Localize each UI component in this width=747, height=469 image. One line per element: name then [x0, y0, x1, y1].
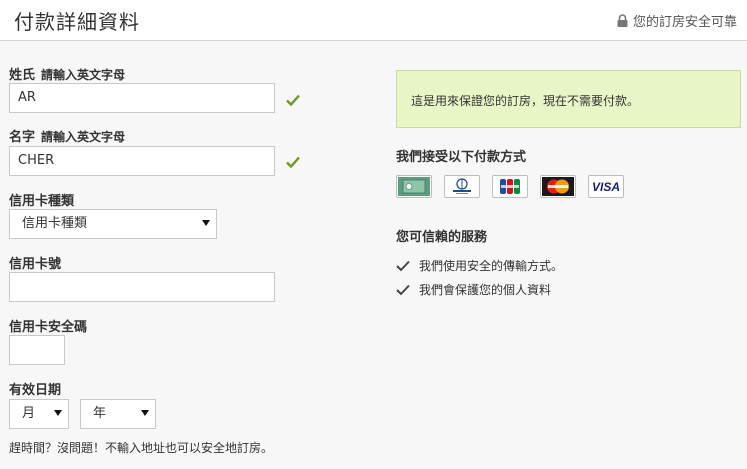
- visa-text: VISA: [591, 179, 620, 194]
- last-name-label: 姓氏 請輸入英文字母: [9, 68, 126, 83]
- page-header: 付款詳細資料 您的訂房安全可靠: [0, 0, 747, 41]
- diners-club-icon: [444, 175, 480, 198]
- lock-icon: [617, 14, 628, 27]
- mastercard-icon: [540, 175, 576, 198]
- checkmark-icon: [396, 260, 410, 271]
- expiry-year-selected: 年: [93, 406, 107, 421]
- payment-methods-heading: 我們接受以下付款方式: [396, 150, 527, 165]
- valid-check-icon: [286, 94, 300, 107]
- card-type-label: 信用卡種類: [9, 194, 75, 209]
- cvv-input[interactable]: [9, 335, 65, 365]
- cvv-label: 信用卡安全碼: [9, 320, 88, 335]
- payment-form-area: 姓氏 請輸入英文字母 AR 名字 請輸入英文字母 CHER 信用卡種類 信用卡種類 …: [0, 41, 747, 469]
- expiry-year-select[interactable]: 年: [80, 399, 156, 429]
- expiry-month-selected: 月: [22, 406, 36, 421]
- dropdown-arrow-icon: [141, 410, 149, 416]
- card-number-label: 信用卡號: [9, 257, 62, 272]
- last-name-input[interactable]: AR: [9, 83, 275, 113]
- expiry-label: 有效日期: [9, 383, 62, 398]
- card-type-select[interactable]: 信用卡種類: [9, 209, 217, 239]
- trust-item: 我們使用安全的傳輸方式。: [396, 257, 563, 274]
- checkmark-icon: [396, 284, 410, 295]
- guarantee-info-box: 這是用來保證您的訂房，現在不需要付款。: [396, 70, 741, 128]
- jcb-icon: [492, 175, 528, 198]
- expiry-month-select[interactable]: 月: [9, 399, 69, 429]
- page-title: 付款詳細資料: [14, 10, 140, 34]
- dropdown-arrow-icon: [54, 410, 62, 416]
- trust-item: 我們會保護您的個人資料: [396, 281, 551, 298]
- payment-info-panel: 這是用來保證您的訂房，現在不需要付款。 我們接受以下付款方式 VISA 您可信賴…: [380, 41, 747, 469]
- valid-check-icon: [286, 156, 300, 169]
- secure-booking-notice: 您的訂房安全可靠: [617, 11, 737, 30]
- payment-card-logos: VISA: [396, 175, 624, 198]
- card-number-input[interactable]: [9, 272, 275, 302]
- first-name-input[interactable]: CHER: [9, 146, 275, 176]
- last-name-hint: 請輸入英文字母: [41, 68, 126, 82]
- card-type-selected: 信用卡種類: [22, 216, 88, 231]
- visa-icon: VISA: [588, 175, 624, 198]
- payment-form: 姓氏 請輸入英文字母 AR 名字 請輸入英文字母 CHER 信用卡種類 信用卡種類 …: [0, 41, 380, 469]
- dropdown-arrow-icon: [202, 220, 210, 226]
- first-name-hint: 請輸入英文字母: [41, 130, 126, 144]
- no-address-note: 趕時間？沒問題！不輸入地址也可以安全地訂房。: [9, 441, 274, 455]
- first-name-label: 名字 請輸入英文字母: [9, 130, 126, 145]
- amex-icon: [396, 175, 432, 198]
- trust-heading: 您可信賴的服務: [396, 230, 488, 245]
- secure-text: 您的訂房安全可靠: [632, 15, 737, 30]
